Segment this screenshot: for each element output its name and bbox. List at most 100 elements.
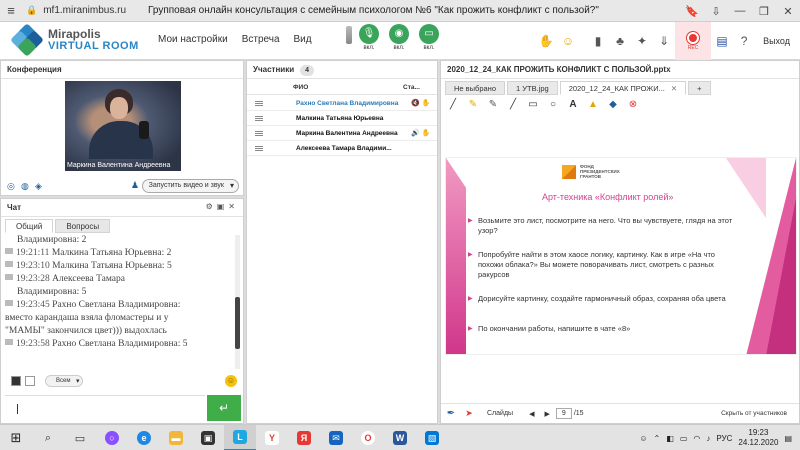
chat-log[interactable]: Владимировна: 2 19:21:11 Малкина Татьяна … <box>5 235 233 369</box>
tab-presentation-file[interactable]: 2020_12_24_КАК ПРОЖИ... ✕ <box>559 81 687 95</box>
participant-row[interactable]: Малкина Татьяна Юрьевна <box>247 111 437 126</box>
tab-not-selected[interactable]: Не выбрано <box>445 81 505 95</box>
language-indicator[interactable]: РУС <box>716 434 732 443</box>
rectangle-icon[interactable]: ▭ <box>527 99 539 110</box>
pen-icon[interactable]: ✎ <box>487 99 499 110</box>
text-color-icon[interactable] <box>11 376 21 386</box>
camera-button[interactable]: ◉ вкл. <box>386 24 412 51</box>
pointer-pen-icon[interactable]: ✒ <box>441 408 461 419</box>
participant-menu-icon[interactable] <box>255 101 263 106</box>
download-icon[interactable]: ⇓ <box>653 34 675 48</box>
tab-image-file[interactable]: 1 УТВ.jpg <box>507 81 558 95</box>
pin-icon[interactable]: ✦ <box>631 34 653 48</box>
participant-row[interactable]: Рахно Светлана Владимировна 🔇 ✋ <box>247 96 437 111</box>
menu-view[interactable]: Вид <box>294 34 312 45</box>
network-icon[interactable]: ◠ <box>693 434 700 443</box>
video-settings-icon[interactable]: ◍ <box>21 181 35 192</box>
chat-input[interactable] <box>5 395 205 421</box>
exit-button[interactable]: Выход <box>763 36 790 46</box>
next-slide-button[interactable]: ▶ <box>544 410 549 418</box>
page-input[interactable]: 9 <box>555 408 572 419</box>
hide-from-participants[interactable]: Скрыть от участников <box>721 410 787 417</box>
search-icon[interactable]: ⌕ <box>32 425 64 450</box>
popout-icon[interactable]: ▣ <box>217 202 229 211</box>
battery-icon[interactable]: ▭ <box>680 434 688 443</box>
opera-icon[interactable]: O <box>352 425 384 450</box>
tree-icon[interactable]: ♣ <box>609 34 631 48</box>
word-icon[interactable]: W <box>384 425 416 450</box>
flag-ru-icon[interactable]: ▤ <box>711 34 733 48</box>
task-view-icon[interactable]: ▭ <box>64 425 96 450</box>
background-color-icon[interactable] <box>25 376 35 386</box>
menu-my-settings[interactable]: Мои настройки <box>158 34 228 45</box>
chat-scrollbar-thumb[interactable] <box>235 297 240 349</box>
antivirus-icon[interactable]: ◧ <box>666 434 674 443</box>
ellipse-icon[interactable]: ○ <box>547 99 559 110</box>
column-status[interactable]: Ста... <box>403 84 420 91</box>
browser-menu-icon[interactable]: ≡ <box>0 3 22 18</box>
participant-row[interactable]: Маркина Валентина Андреевна 🔊 ✋ <box>247 126 437 141</box>
send-button[interactable]: ↵ <box>207 395 241 421</box>
emoji-icon[interactable]: ☺ <box>225 375 237 387</box>
video-users-icon[interactable]: ◈ <box>35 181 49 192</box>
screen-share-button[interactable]: ▭ вкл. <box>416 24 442 51</box>
recipient-select[interactable]: Всем <box>45 375 84 387</box>
store-icon[interactable]: ▣ <box>192 425 224 450</box>
browser-extension-icon[interactable]: ⇩ <box>704 5 728 18</box>
chat-scrollbar[interactable] <box>235 235 240 369</box>
stats-icon[interactable]: ▮ <box>587 34 609 48</box>
pencil-icon[interactable]: ╱ <box>447 99 459 110</box>
eraser-icon[interactable]: ◆ <box>607 99 619 110</box>
alice-icon[interactable]: ○ <box>96 425 128 450</box>
column-name[interactable]: ФИО <box>293 84 308 91</box>
participant-menu-icon[interactable] <box>255 116 263 121</box>
tab-questions[interactable]: Вопросы <box>55 219 111 233</box>
highlighter-icon[interactable]: ✎ <box>467 99 479 110</box>
photos-icon[interactable]: ▧ <box>416 425 448 450</box>
edge-icon[interactable]: e <box>128 425 160 450</box>
video-feed[interactable]: Маркина Валентина Андреевна <box>65 81 181 171</box>
emotion-icon[interactable]: ☺ <box>557 34 579 48</box>
start-video-dropdown[interactable]: Запустить видео и звук <box>141 179 239 193</box>
people-icon[interactable]: ☺ <box>639 434 647 443</box>
slide-area[interactable]: ФОНД ПРЕЗИДЕНТСКИХ ГРАНТОВ Арт-техника «… <box>443 115 799 399</box>
yandex-browser-icon[interactable]: Y <box>256 425 288 450</box>
maximize-button[interactable]: ❐ <box>752 5 776 18</box>
volume-icon[interactable]: ♪ <box>706 434 710 443</box>
chat-message-time: 19:23:58 <box>16 339 50 349</box>
file-explorer-icon[interactable]: ▬ <box>160 425 192 450</box>
slide-bullet: По окончании работы, напишите в чате «8» <box>468 324 738 334</box>
help-icon[interactable]: ? <box>733 34 755 48</box>
line-icon[interactable]: ╱ <box>507 99 519 110</box>
raise-hand-icon[interactable]: ✋ <box>535 34 557 48</box>
close-icon[interactable]: ✕ <box>228 202 239 211</box>
participant-menu-icon[interactable] <box>255 146 263 151</box>
text-tool-icon[interactable]: A <box>567 99 579 110</box>
menu-meeting[interactable]: Встреча <box>242 34 280 45</box>
laser-pointer-icon[interactable]: ➤ <box>461 408 477 419</box>
participant-menu-icon[interactable] <box>255 131 263 136</box>
microphone-button[interactable]: 🎙 вкл. <box>356 24 382 51</box>
settings-icon[interactable]: ⚙ <box>206 202 217 211</box>
mail-icon[interactable]: ✉ <box>320 425 352 450</box>
prev-slide-button[interactable]: ◀ <box>529 410 534 418</box>
bookmark-icon[interactable]: 🔖 <box>680 5 704 18</box>
tray-overflow-icon[interactable]: ⌃ <box>654 434 661 443</box>
close-tab-icon[interactable]: ✕ <box>671 84 677 93</box>
minimize-button[interactable]: — <box>728 5 752 17</box>
yandex-icon[interactable]: Я <box>288 425 320 450</box>
notifications-icon[interactable]: ▤ <box>784 434 792 443</box>
fill-icon[interactable]: ▲ <box>587 99 599 110</box>
windows-start-icon[interactable]: ⊞ <box>0 425 32 450</box>
close-button[interactable]: ✕ <box>776 5 800 18</box>
l-app-icon[interactable]: L <box>224 425 256 450</box>
tab-general[interactable]: Общий <box>5 219 54 233</box>
browser-url[interactable]: mf1.miranimbus.ru <box>43 5 126 16</box>
participant-row[interactable]: Алексеева Тамара Владими... <box>247 141 437 156</box>
clear-icon[interactable]: ⊗ <box>627 99 639 110</box>
slides-label[interactable]: Слайды <box>487 410 513 417</box>
video-layout-icon[interactable]: ◎ <box>7 181 21 192</box>
clock[interactable]: 19:23 24.12.2020 <box>738 428 778 448</box>
add-tab-button[interactable]: + <box>688 81 711 95</box>
record-button[interactable]: REC <box>675 22 712 60</box>
